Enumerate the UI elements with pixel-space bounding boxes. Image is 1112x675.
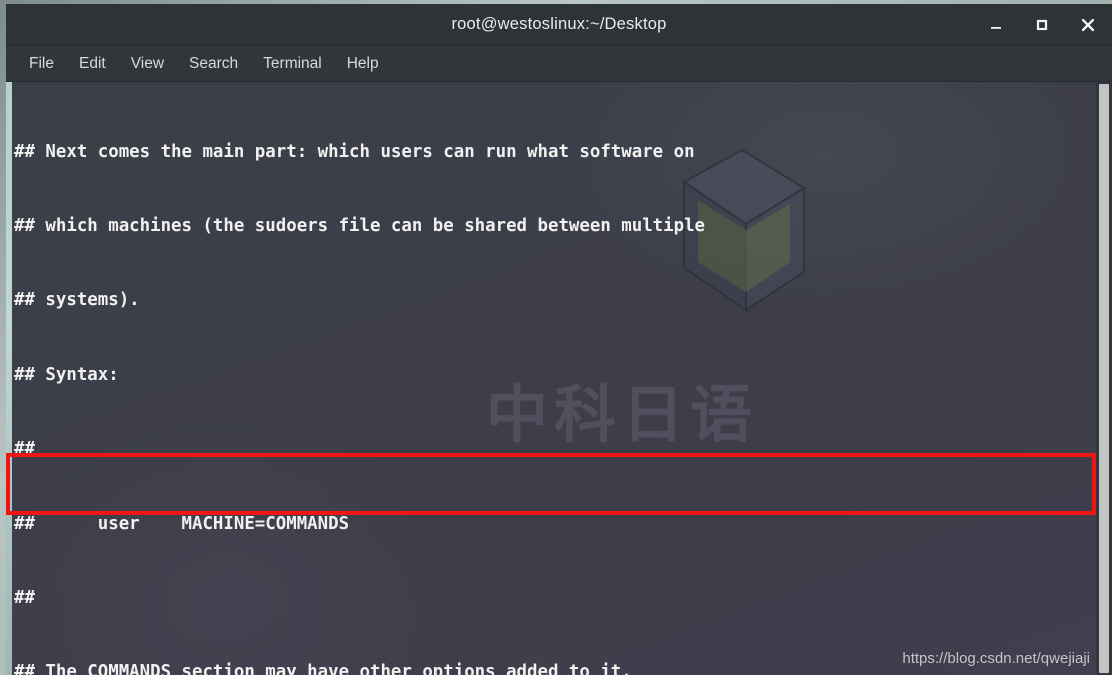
- menu-item-edit[interactable]: Edit: [70, 52, 115, 76]
- terminal-line: ## user MACHINE=COMMANDS: [14, 513, 350, 534]
- terminal-body[interactable]: 中科日语 ## Next comes the main part: which …: [6, 82, 1112, 675]
- menu-item-search[interactable]: Search: [180, 52, 247, 76]
- terminal-line: ## The COMMANDS section may have other o…: [14, 662, 632, 675]
- terminal-line: ##: [14, 439, 35, 460]
- terminal-output: ## Next comes the main part: which users…: [14, 90, 1094, 675]
- menu-item-file[interactable]: File: [20, 52, 63, 76]
- screen: root@westoslinux:~/Desktop File Edit Vie…: [0, 0, 1112, 675]
- menu-item-help[interactable]: Help: [338, 52, 388, 76]
- terminal-line: ## Syntax:: [14, 364, 119, 385]
- window-controls: [986, 4, 1098, 46]
- terminal-left-gutter: [6, 82, 12, 675]
- close-icon[interactable]: [1078, 15, 1098, 35]
- vertical-scrollbar[interactable]: [1096, 82, 1112, 675]
- terminal-line: ## which machines (the sudoers file can …: [14, 215, 706, 236]
- maximize-icon[interactable]: [1032, 15, 1052, 35]
- terminal-line: ##: [14, 587, 35, 608]
- window-title: root@westoslinux:~/Desktop: [451, 15, 667, 33]
- terminal-line: ## Next comes the main part: which users…: [14, 141, 695, 162]
- menu-item-terminal[interactable]: Terminal: [254, 52, 331, 76]
- window-titlebar[interactable]: root@westoslinux:~/Desktop: [6, 4, 1112, 46]
- menu-item-view[interactable]: View: [122, 52, 173, 76]
- minimize-icon[interactable]: [986, 15, 1006, 35]
- menu-bar: File Edit View Search Terminal Help: [6, 46, 1112, 82]
- terminal-window: root@westoslinux:~/Desktop File Edit Vie…: [6, 4, 1112, 675]
- scrollbar-thumb[interactable]: [1099, 84, 1109, 673]
- terminal-line: ## systems).: [14, 290, 140, 311]
